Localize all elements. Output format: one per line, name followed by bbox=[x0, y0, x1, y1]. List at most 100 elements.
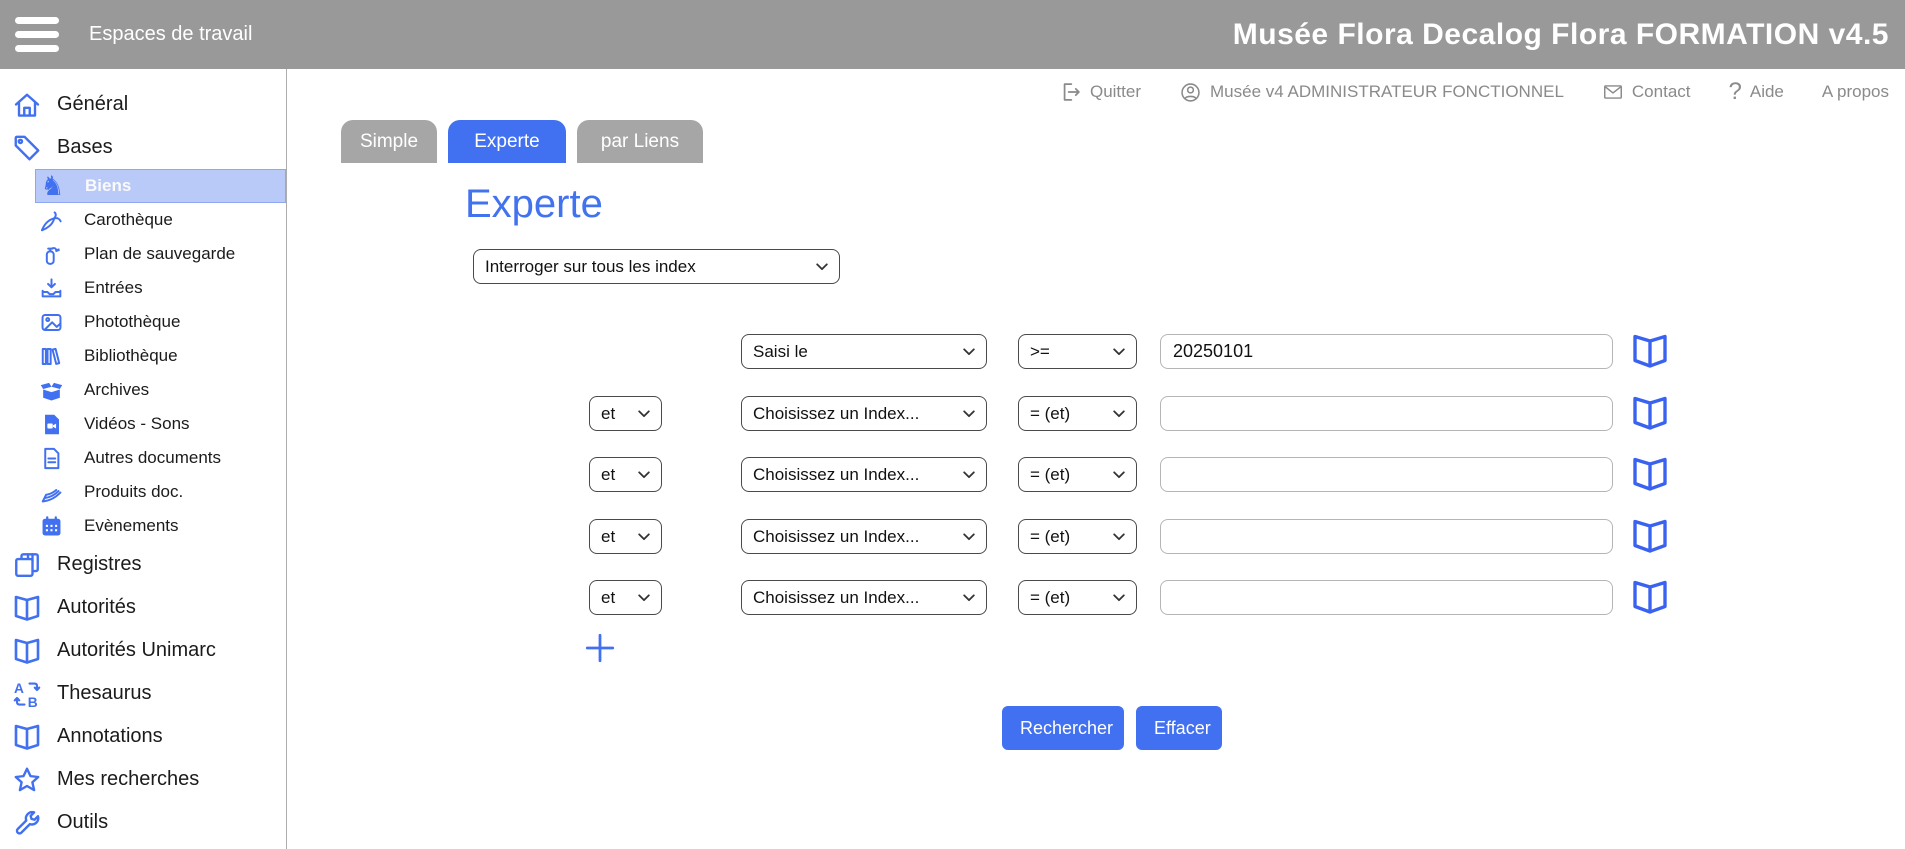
exit-icon bbox=[1060, 81, 1082, 103]
tab-simple[interactable]: Simple bbox=[341, 120, 437, 163]
index-lookup-button[interactable] bbox=[1630, 393, 1670, 433]
chevron-down-icon bbox=[816, 263, 828, 271]
help-label: Aide bbox=[1750, 82, 1784, 102]
operator-select-value: >= bbox=[1030, 342, 1050, 362]
chevron-down-icon bbox=[1113, 471, 1125, 479]
operator-select-value: = (et) bbox=[1030, 588, 1070, 608]
clear-button[interactable]: Effacer bbox=[1136, 706, 1222, 750]
translate-ab-icon bbox=[12, 679, 42, 709]
fire-extinguisher-icon bbox=[39, 242, 64, 267]
index-select[interactable]: Choisissez un Index... bbox=[741, 457, 987, 492]
criteria-row: et Choisissez un Index... = (et) bbox=[0, 580, 1905, 615]
chevron-down-icon bbox=[638, 471, 650, 479]
sidebar-item-label: Thesaurus bbox=[57, 682, 152, 705]
person-icon bbox=[1179, 81, 1202, 104]
open-book-icon bbox=[1630, 393, 1670, 433]
sidebar-item-label: Autorités Unimarc bbox=[57, 639, 216, 662]
chevron-down-icon bbox=[638, 594, 650, 602]
sidebar-item-label: Plan de sauvegarde bbox=[84, 244, 235, 264]
carrot-icon bbox=[39, 208, 64, 233]
index-select[interactable]: Saisi le bbox=[741, 334, 987, 369]
add-criteria-button[interactable] bbox=[583, 631, 617, 665]
operator-select[interactable]: >= bbox=[1018, 334, 1137, 369]
boolean-select[interactable]: et bbox=[589, 580, 662, 615]
open-book-icon bbox=[1630, 577, 1670, 617]
sidebar-item-label: Photothèque bbox=[84, 312, 180, 332]
index-select[interactable]: Choisissez un Index... bbox=[741, 396, 987, 431]
question-mark-icon: ? bbox=[1729, 80, 1742, 104]
criteria-value-input[interactable] bbox=[1160, 580, 1613, 615]
tab-experte[interactable]: Experte bbox=[448, 120, 566, 163]
boolean-select-value: et bbox=[601, 588, 615, 608]
sidebar-item-biens[interactable]: ♞ Biens bbox=[35, 169, 286, 203]
chevron-down-icon bbox=[1113, 533, 1125, 541]
search-mode-tabs: Simple Experte par Liens bbox=[341, 120, 703, 163]
chevron-down-icon bbox=[963, 348, 975, 356]
sidebar-item-outils[interactable]: Outils bbox=[0, 801, 286, 844]
boolean-select[interactable]: et bbox=[589, 396, 662, 431]
contact-link[interactable]: Contact bbox=[1602, 81, 1691, 103]
criteria-value-input[interactable] bbox=[1160, 334, 1613, 369]
index-select-value: Choisissez un Index... bbox=[753, 404, 919, 424]
sidebar-item-mes-recherches[interactable]: Mes recherches bbox=[0, 758, 286, 801]
chevron-down-icon bbox=[963, 410, 975, 418]
sidebar-item-carotheque[interactable]: Carothèque bbox=[0, 203, 286, 237]
sidebar-item-label: Annotations bbox=[57, 725, 163, 748]
boolean-select-value: et bbox=[601, 465, 615, 485]
sidebar-item-annotations[interactable]: Annotations bbox=[0, 715, 286, 758]
sidebar-item-label: Mes recherches bbox=[57, 768, 199, 791]
top-toolbar: Quitter Musée v4 ADMINISTRATEUR FONCTION… bbox=[1060, 69, 1889, 115]
sidebar-item-entrees[interactable]: Entrées bbox=[0, 271, 286, 305]
boolean-select-value: et bbox=[601, 527, 615, 547]
index-scope-select[interactable]: Interroger sur tous les index bbox=[473, 249, 840, 284]
boolean-select[interactable]: et bbox=[589, 519, 662, 554]
index-select-value: Choisissez un Index... bbox=[753, 527, 919, 547]
boolean-select-value: et bbox=[601, 404, 615, 424]
boolean-select[interactable]: et bbox=[589, 457, 662, 492]
plus-icon bbox=[583, 631, 617, 665]
tab-par-liens[interactable]: par Liens bbox=[577, 120, 703, 163]
sidebar-item-general[interactable]: Général bbox=[0, 83, 286, 126]
chevron-down-icon bbox=[1113, 594, 1125, 602]
index-lookup-button[interactable] bbox=[1630, 454, 1670, 494]
sidebar-item-thesaurus[interactable]: Thesaurus bbox=[0, 672, 286, 715]
criteria-value-input[interactable] bbox=[1160, 519, 1613, 554]
criteria-value-input[interactable] bbox=[1160, 396, 1613, 431]
star-icon bbox=[12, 765, 42, 795]
quit-label: Quitter bbox=[1090, 82, 1141, 102]
criteria-row: Saisi le >= bbox=[0, 334, 1905, 369]
sidebar-item-plan-de-sauvegarde[interactable]: Plan de sauvegarde bbox=[0, 237, 286, 271]
about-label: A propos bbox=[1822, 82, 1889, 102]
operator-select[interactable]: = (et) bbox=[1018, 457, 1137, 492]
sidebar-item-autorites-unimarc[interactable]: Autorités Unimarc bbox=[0, 629, 286, 672]
index-lookup-button[interactable] bbox=[1630, 331, 1670, 371]
index-scope-select-value: Interroger sur tous les index bbox=[485, 257, 696, 277]
operator-select[interactable]: = (et) bbox=[1018, 580, 1137, 615]
about-link[interactable]: A propos bbox=[1822, 82, 1889, 102]
index-select[interactable]: Choisissez un Index... bbox=[741, 519, 987, 554]
hamburger-menu-icon[interactable] bbox=[15, 17, 59, 52]
index-lookup-button[interactable] bbox=[1630, 516, 1670, 556]
sidebar-item-label: Général bbox=[57, 93, 128, 116]
sidebar-item-bases[interactable]: Bases bbox=[0, 126, 286, 169]
index-select-value: Choisissez un Index... bbox=[753, 588, 919, 608]
help-link[interactable]: ? Aide bbox=[1729, 80, 1784, 104]
quit-link[interactable]: Quitter bbox=[1060, 81, 1141, 103]
operator-select-value: = (et) bbox=[1030, 527, 1070, 547]
operator-select[interactable]: = (et) bbox=[1018, 519, 1137, 554]
workspace-label[interactable]: Espaces de travail bbox=[89, 0, 252, 69]
index-lookup-button[interactable] bbox=[1630, 577, 1670, 617]
books-stack-icon bbox=[12, 550, 42, 580]
inbox-download-icon bbox=[39, 276, 64, 301]
open-book-icon bbox=[12, 722, 42, 752]
user-account[interactable]: Musée v4 ADMINISTRATEUR FONCTIONNEL bbox=[1179, 81, 1564, 104]
flora-app-window: Espaces de travail Musée Flora Decalog F… bbox=[0, 0, 1905, 849]
search-button[interactable]: Rechercher bbox=[1002, 706, 1124, 750]
criteria-value-input[interactable] bbox=[1160, 457, 1613, 492]
tag-icon bbox=[12, 133, 42, 163]
index-select[interactable]: Choisissez un Index... bbox=[741, 580, 987, 615]
open-book-icon bbox=[1630, 331, 1670, 371]
operator-select[interactable]: = (et) bbox=[1018, 396, 1137, 431]
sidebar-item-label: Entrées bbox=[84, 278, 143, 298]
index-select-value: Choisissez un Index... bbox=[753, 465, 919, 485]
